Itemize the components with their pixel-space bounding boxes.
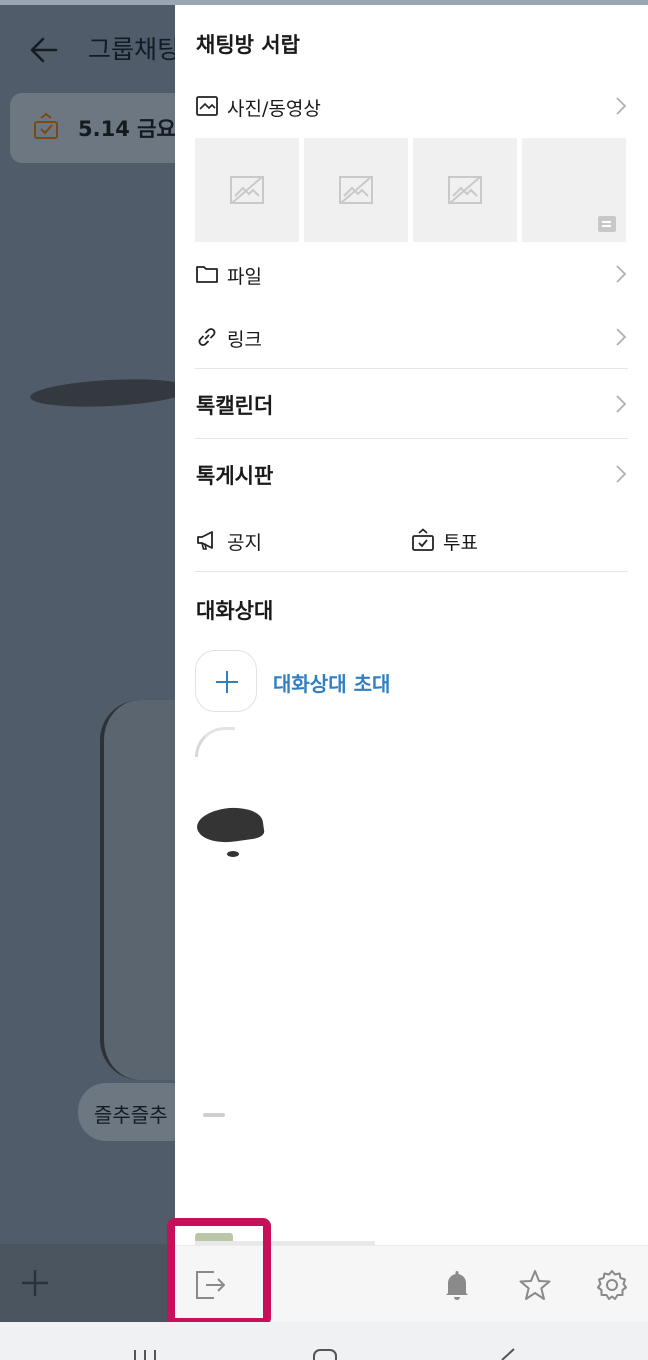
vote-box-icon <box>34 113 58 139</box>
links-label: 링크 <box>227 329 262 351</box>
links-row[interactable]: 링크 <box>195 316 628 356</box>
vote-button[interactable]: 투표 <box>411 519 611 559</box>
talk-calendar-row[interactable]: 톡캘린더 <box>195 383 628 423</box>
chevron-right-icon <box>616 265 627 283</box>
talk-board-label: 톡게시판 <box>196 464 274 488</box>
divider <box>195 438 628 439</box>
bell-icon[interactable] <box>440 1268 474 1302</box>
invite-member-label[interactable]: 대화상대 초대 <box>273 668 390 697</box>
member-avatar-detail <box>227 851 239 857</box>
message-text: 즐추즐추 <box>94 1103 168 1127</box>
image-placeholder-icon <box>448 176 482 204</box>
media-thumbnail[interactable] <box>522 138 626 242</box>
image-placeholder-icon <box>339 176 373 204</box>
media-label: 사진/동영상 <box>227 98 321 120</box>
exit-button-highlight <box>167 1218 271 1326</box>
files-row[interactable]: 파일 <box>195 253 628 293</box>
drawer-title: 채팅방 서랍 <box>196 33 300 57</box>
media-thumbnail[interactable] <box>304 138 408 242</box>
back-icon[interactable] <box>494 1348 516 1360</box>
divider <box>195 571 628 572</box>
media-row[interactable]: 사진/동영상 <box>195 85 628 125</box>
vote-label: 투표 <box>443 532 478 554</box>
member-avatar[interactable] <box>194 803 266 847</box>
talk-board-row[interactable]: 톡게시판 <box>195 453 628 493</box>
back-arrow-icon[interactable] <box>28 34 60 66</box>
folder-icon <box>196 266 218 283</box>
vote-box-icon <box>412 528 434 551</box>
media-thumbnails <box>195 138 628 242</box>
media-thumbnail[interactable] <box>195 138 299 242</box>
members-title: 대화상대 <box>196 599 274 623</box>
notice-button[interactable]: 공지 <box>195 519 395 559</box>
chat-room-title: 그룹채팅 <box>88 35 181 64</box>
media-thumbnail[interactable] <box>413 138 517 242</box>
megaphone-icon <box>197 531 213 550</box>
invite-member-button[interactable] <box>195 650 257 712</box>
notice-label: 공지 <box>227 532 262 554</box>
chevron-right-icon <box>616 465 627 483</box>
member-avatar[interactable] <box>195 727 235 757</box>
chat-drawer-panel: 채팅방 서랍 사진/동영상 파일 링크 톡캘린더 톡게시판 공지 투표 대화상대… <box>175 5 648 1322</box>
files-label: 파일 <box>227 266 262 288</box>
member-avatar[interactable] <box>203 1113 225 1117</box>
image-icon <box>196 96 218 116</box>
sticker-fragment <box>29 375 191 411</box>
divider <box>195 368 628 369</box>
star-icon[interactable] <box>518 1268 552 1302</box>
system-navigation-bar <box>0 1322 648 1360</box>
plus-icon <box>216 671 238 693</box>
chevron-right-icon <box>616 328 627 346</box>
link-icon <box>198 328 216 346</box>
plus-icon[interactable] <box>20 1268 50 1298</box>
video-badge-icon <box>598 216 616 232</box>
chevron-right-icon <box>616 97 627 115</box>
image-placeholder-icon <box>230 176 264 204</box>
recent-apps-icon[interactable] <box>132 1348 158 1360</box>
chevron-right-icon <box>616 395 627 413</box>
talk-calendar-label: 톡캘린더 <box>196 394 274 418</box>
gear-icon[interactable] <box>595 1268 629 1302</box>
home-icon[interactable] <box>312 1348 338 1360</box>
